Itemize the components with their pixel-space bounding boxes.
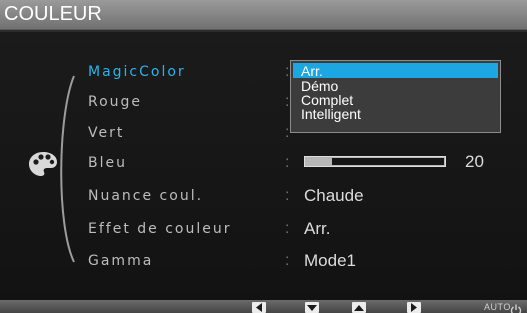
menu-item-label: Nuance coul. xyxy=(88,188,204,204)
separator-colon: : xyxy=(285,220,290,237)
menu-item-label: Effet de couleur xyxy=(88,221,232,237)
dropdown-option-intelligent[interactable]: Intelligent xyxy=(301,107,361,121)
menu-item-label: Rouge xyxy=(88,94,143,110)
separator-colon: : xyxy=(285,124,290,141)
down-arrow-key-icon[interactable] xyxy=(305,302,319,313)
power-icon[interactable] xyxy=(510,301,522,313)
title-bar: COULEUR xyxy=(0,0,527,30)
menu-item-label: Bleu xyxy=(88,155,127,171)
menu-bracket xyxy=(52,74,78,264)
dropdown-option-arr[interactable]: Arr. xyxy=(301,64,323,78)
bleu-slider[interactable] xyxy=(304,156,446,167)
menu-item-label: Vert xyxy=(88,125,125,141)
enter-key-icon[interactable] xyxy=(407,302,421,313)
up-arrow-key-icon[interactable] xyxy=(352,302,366,313)
magiccolor-dropdown[interactable]: Arr. Démo Complet Intelligent xyxy=(290,60,501,133)
separator-colon: : xyxy=(285,154,290,171)
effet-de-couleur-value: Arr. xyxy=(304,219,331,238)
dropdown-option-complet[interactable]: Complet xyxy=(301,93,353,107)
osd-menu: COULEUR MagicColor : Rouge : Vert : Bleu… xyxy=(0,0,527,313)
auto-label[interactable]: AUTO xyxy=(484,302,511,312)
title-divider xyxy=(0,30,527,32)
separator-colon: : xyxy=(285,93,290,110)
slider-track-empty xyxy=(332,158,444,165)
separator-colon: : xyxy=(285,187,290,204)
dropdown-option-demo[interactable]: Démo xyxy=(301,79,338,93)
menu-item-label: Gamma xyxy=(88,253,154,269)
dropdown-highlight xyxy=(293,63,498,78)
nuance-coul-value: Chaude xyxy=(304,186,364,205)
left-arrow-key-icon[interactable] xyxy=(252,302,266,313)
gamma-value: Mode1 xyxy=(304,251,356,270)
menu-title: COULEUR xyxy=(4,3,102,25)
bleu-value: 20 xyxy=(465,152,484,171)
menu-item-label: MagicColor xyxy=(88,64,186,80)
separator-colon: : xyxy=(285,252,290,269)
separator-colon: : xyxy=(285,63,290,80)
